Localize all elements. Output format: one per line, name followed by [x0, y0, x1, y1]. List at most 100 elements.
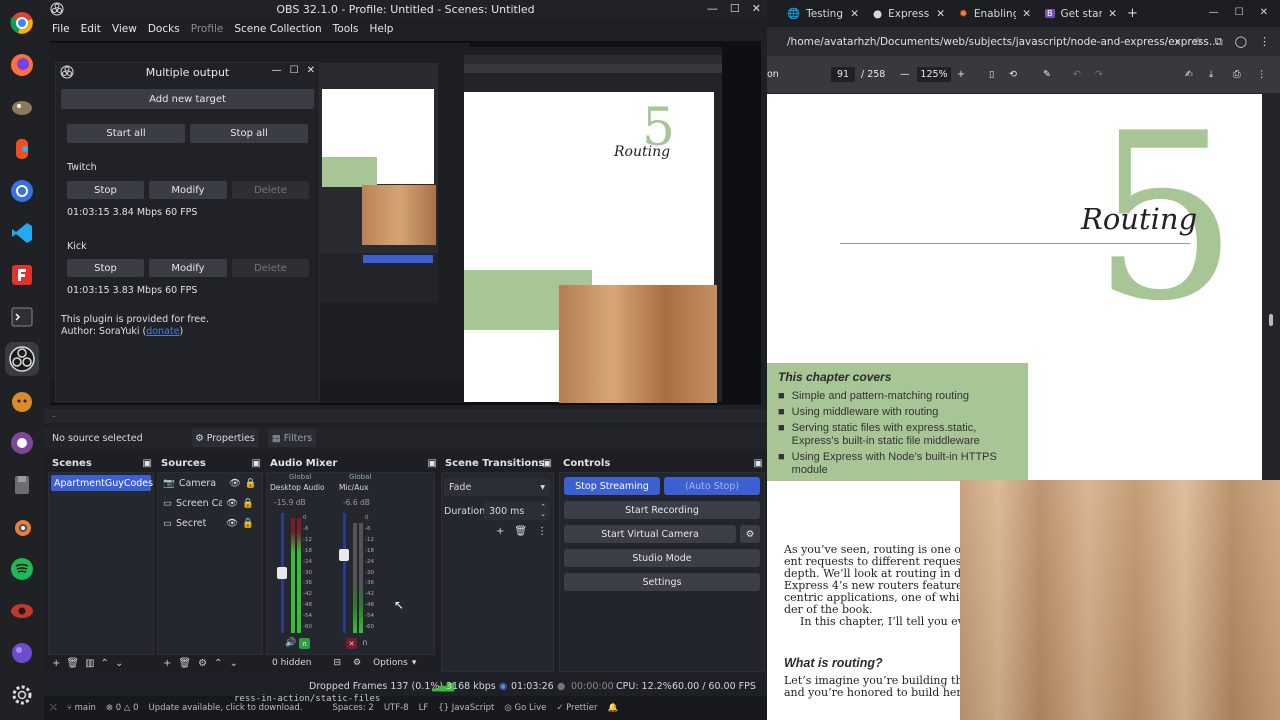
page-number-input[interactable]: 91 — [831, 67, 855, 82]
dialog-close-icon[interactable]: ✕ — [307, 65, 315, 76]
fit-page-icon[interactable]: ▯ — [989, 69, 994, 80]
tab-close-icon[interactable]: ✕ — [1108, 8, 1117, 20]
mixer-layout-icon[interactable]: ⊟ — [333, 658, 341, 668]
transition-select[interactable]: Fade ▾ — [444, 478, 550, 496]
tab-testing[interactable]: 🌐 Testing ✕ — [781, 0, 859, 27]
add-new-target-button[interactable]: Add new target — [61, 89, 314, 109]
desktop-volume-slider[interactable] — [277, 567, 287, 579]
menu-tools[interactable]: Tools — [333, 23, 359, 35]
kick-delete-button[interactable]: Delete — [232, 259, 309, 277]
go-live[interactable]: ◎ Go Live — [504, 703, 546, 713]
mic-aux-label[interactable]: Mic/Aux — [339, 483, 369, 492]
move-up-icon[interactable]: ⌃ — [214, 658, 222, 669]
studio-mode-button[interactable]: Studio Mode — [564, 549, 760, 567]
zoom-icon[interactable]: ⌕ — [1175, 35, 1181, 49]
redo-icon[interactable]: ↷ — [1095, 69, 1103, 80]
mixer-options-button[interactable]: Options ▾ — [373, 658, 416, 668]
chrome-icon[interactable] — [5, 6, 39, 40]
tor-icon[interactable] — [5, 426, 39, 460]
print-icon[interactable]: ⎙ — [1233, 69, 1241, 80]
lock-icon[interactable]: 🔒 — [242, 498, 254, 509]
virtual-camera-settings-icon[interactable]: ⚙ — [740, 525, 760, 543]
remove-scene-icon[interactable]: 🗑 — [66, 658, 79, 669]
figma-icon[interactable] — [5, 132, 39, 166]
tab-express[interactable]: ●Express.js✕ — [867, 0, 945, 27]
visibility-eye-icon[interactable]: 👁 — [229, 478, 241, 489]
stop-all-button[interactable]: Stop all — [190, 124, 308, 143]
visibility-eye-icon[interactable]: 👁 — [226, 518, 238, 529]
spinner-icon[interactable]: ⌃ ⌄ — [540, 504, 546, 518]
source-settings-icon[interactable]: ⚙ — [198, 658, 207, 669]
blender-icon[interactable] — [5, 510, 39, 544]
duration-input[interactable]: 300 ms ⌃ ⌄ — [484, 502, 550, 520]
menu-scene-collection[interactable]: Scene Collection — [234, 23, 321, 35]
extensions-icon[interactable]: ⧉ — [1215, 35, 1223, 49]
undo-icon[interactable]: ↶ — [1073, 69, 1081, 80]
add-transition-icon[interactable]: + — [496, 526, 504, 537]
language-mode[interactable]: {} JavaScript — [438, 703, 494, 713]
dock-float-icon[interactable]: ▣ — [754, 458, 763, 469]
scene-filter-icon[interactable]: ▥ — [85, 658, 94, 669]
headphones-monitor-icon[interactable]: ∩ — [299, 638, 310, 649]
settings-button[interactable]: Settings — [564, 573, 760, 591]
source-item-secret[interactable]: ▭ Secret 👁 🔒 — [158, 513, 262, 533]
tab-close-icon[interactable]: ✕ — [936, 8, 945, 20]
problems-count[interactable]: ⊗ 0 △ 0 — [106, 703, 139, 713]
properties-button[interactable]: ⚙ Properties — [192, 429, 258, 447]
dialog-maximize-icon[interactable]: ☐ — [290, 65, 299, 76]
donate-link[interactable]: donate — [146, 326, 179, 337]
bell-icon[interactable]: 🔔 — [607, 703, 618, 713]
twitch-delete-button[interactable]: Delete — [232, 181, 309, 199]
indent-spaces[interactable]: Spaces: 2 — [333, 703, 374, 713]
minimize-icon[interactable]: — — [707, 2, 718, 15]
zoom-out-icon[interactable]: — — [900, 69, 910, 80]
twitch-stop-button[interactable]: Stop — [67, 181, 144, 199]
start-recording-button[interactable]: Start Recording — [564, 501, 760, 519]
tab-close-icon[interactable]: ✕ — [1022, 8, 1031, 20]
sign-icon[interactable]: ✍ — [1185, 69, 1193, 80]
menu-edit[interactable]: Edit — [81, 23, 101, 35]
close-icon[interactable]: ✕ — [752, 2, 761, 15]
terminal-icon[interactable] — [5, 300, 39, 334]
source-item-screen-cap[interactable]: ▭Screen Cap👁🔒 — [158, 493, 262, 513]
new-tab-icon[interactable]: + — [1127, 6, 1138, 21]
lock-icon[interactable]: 🔒 — [242, 518, 254, 529]
menu-docks[interactable]: Docks — [148, 23, 180, 35]
source-item-camera[interactable]: 📷 Camera 👁 🔒 — [158, 473, 262, 493]
speaker-icon[interactable]: 🔊 — [285, 638, 296, 648]
git-branch[interactable]: ⑂ main — [67, 703, 96, 713]
filters-button[interactable]: ▦ Filters — [268, 429, 316, 447]
vscode-icon[interactable] — [5, 216, 39, 250]
start-virtual-camera-button[interactable]: Start Virtual Camera — [564, 525, 736, 543]
add-source-icon[interactable]: + — [163, 658, 171, 669]
dock-float-icon[interactable]: ▣ — [143, 458, 152, 469]
move-up-icon[interactable]: ⌃ — [101, 658, 109, 669]
url-text[interactable]: /home/avatarhzh/Documents/web/subjects/j… — [787, 36, 1219, 48]
gimp-icon[interactable] — [5, 90, 39, 124]
dock-float-icon[interactable]: ▣ — [252, 458, 261, 469]
move-down-icon[interactable]: ⌄ — [115, 658, 123, 669]
close-icon[interactable]: ✕ — [1260, 7, 1268, 18]
program-preview[interactable]: Multiple output — ☐ ✕ Add new target Sta… — [50, 41, 761, 405]
monitor-off-icon[interactable]: ∩ — [362, 638, 368, 647]
mic-volume-slider[interactable] — [339, 549, 349, 561]
twitch-modify-button[interactable]: Modify — [149, 181, 227, 199]
auto-stop-button[interactable]: (Auto Stop) — [664, 477, 760, 495]
bookmark-star-icon[interactable]: ☆ — [1193, 35, 1203, 49]
add-scene-icon[interactable]: + — [52, 658, 60, 669]
rotate-icon[interactable]: ⟲ — [1009, 69, 1017, 80]
tab-get-started[interactable]: BGet starte✕ — [1039, 0, 1117, 27]
address-bar[interactable]: /home/avatarhzh/Documents/web/subjects/j… — [767, 27, 1280, 56]
download-icon[interactable]: ⤓ — [1209, 69, 1213, 80]
maximize-icon[interactable]: ☐ — [730, 2, 740, 15]
tab-close-icon[interactable]: ✕ — [850, 8, 859, 20]
desktop-audio-label[interactable]: Desktop Audio — [270, 483, 325, 492]
foxit-icon[interactable] — [5, 258, 39, 292]
spotify-icon[interactable] — [5, 552, 39, 586]
obs-icon[interactable] — [5, 342, 39, 376]
remove-transition-icon[interactable]: 🗑 — [514, 526, 527, 537]
sphere-app-icon[interactable] — [5, 636, 39, 670]
line-ending[interactable]: LF — [419, 703, 429, 713]
more-options-icon[interactable]: ⋮ — [537, 526, 547, 537]
maximize-icon[interactable]: ☐ — [1235, 7, 1244, 18]
